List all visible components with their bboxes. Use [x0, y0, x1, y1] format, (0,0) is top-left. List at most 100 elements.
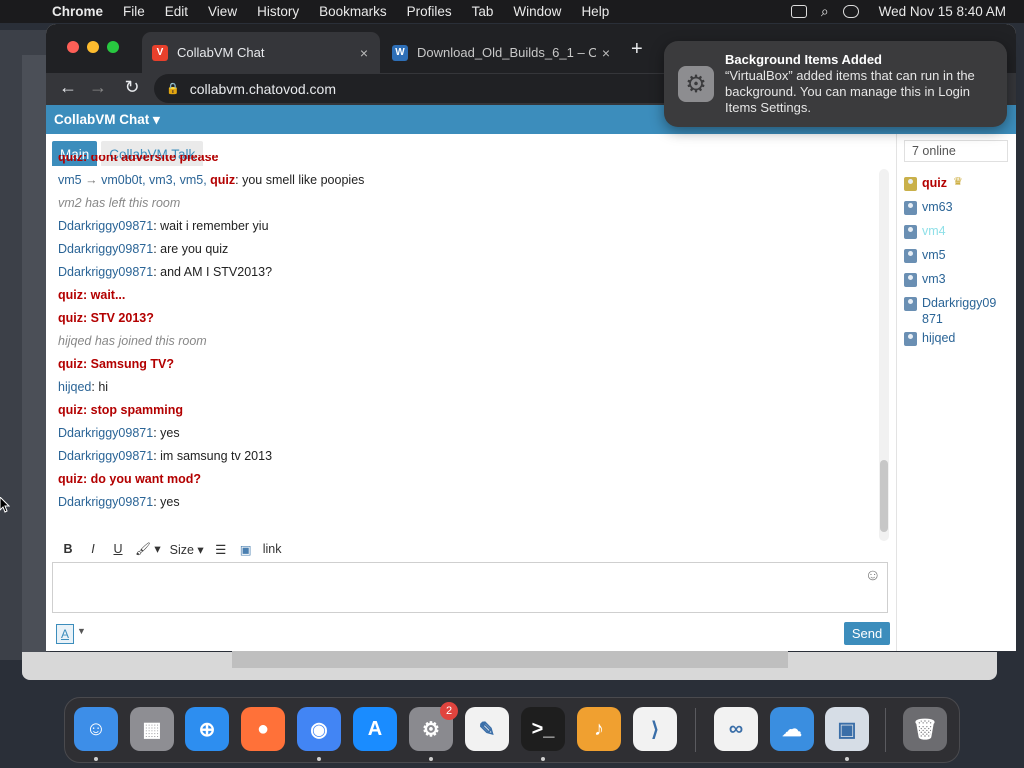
- user-list-item[interactable]: vm3: [904, 271, 1014, 295]
- message-separator: :: [83, 155, 91, 164]
- text-color-button[interactable]: 🖌 ▾: [135, 541, 161, 557]
- user-name[interactable]: vm4: [922, 223, 946, 239]
- message-author[interactable]: hijqed: [58, 380, 91, 394]
- menu-tab[interactable]: Tab: [472, 4, 494, 19]
- message-author[interactable]: Ddarkriggy09871: [58, 426, 153, 440]
- tab-download-old-builds[interactable]: W Download_Old_Builds_6_1 – O ×: [382, 32, 622, 73]
- chat-message: quiz: do you want mod?: [58, 468, 880, 491]
- menu-edit[interactable]: Edit: [165, 4, 188, 19]
- collabvm-chat-page: CollabVM Chat ▾ Main CollabVM Talk quiz:…: [46, 105, 1016, 651]
- chat-scrollbar-thumb[interactable]: [880, 460, 888, 532]
- emoji-picker-icon[interactable]: ☺: [865, 567, 881, 585]
- trash-icon[interactable]: 🗑: [903, 707, 947, 751]
- message-author[interactable]: quiz: [58, 155, 83, 164]
- safari-icon[interactable]: ⊕: [185, 707, 229, 751]
- menu-profiles[interactable]: Profiles: [407, 4, 452, 19]
- user-name[interactable]: vm3: [922, 271, 946, 287]
- message-author[interactable]: quiz: [58, 311, 83, 325]
- tab-collabvm-chat[interactable]: V CollabVM Chat ×: [142, 32, 380, 73]
- textedit-icon[interactable]: ✎: [465, 707, 509, 751]
- url-text[interactable]: collabvm.chatovod.com: [190, 81, 336, 97]
- forward-arrow-icon[interactable]: →: [86, 77, 110, 98]
- dock: ☺ ▦ ⊕ ● ◉ A ⚙ ✎ >_ ♪ ⟩ ∞ ☁ ▣ 🗑: [64, 697, 960, 763]
- menu-view[interactable]: View: [208, 4, 237, 19]
- message-input[interactable]: ☺: [52, 562, 888, 613]
- message-author[interactable]: quiz: [58, 288, 83, 302]
- dock-separator: [695, 708, 696, 752]
- message-author[interactable]: quiz: [210, 173, 235, 187]
- control-center-icon[interactable]: [842, 5, 859, 18]
- user-list-item[interactable]: vm4: [904, 223, 1014, 247]
- renamed-user-old[interactable]: vm5: [58, 173, 82, 187]
- message-text: are you quiz: [160, 242, 229, 256]
- user-name[interactable]: Ddarkriggy09871: [922, 295, 1002, 327]
- back-arrow-icon[interactable]: ←: [56, 77, 80, 98]
- formatting-toggle-button[interactable]: A: [56, 624, 74, 644]
- message-author[interactable]: Ddarkriggy09871: [58, 495, 153, 509]
- user-name[interactable]: quiz: [922, 175, 947, 191]
- renamed-user-new[interactable]: vm0b0t: [101, 173, 142, 187]
- finder-icon[interactable]: ☺: [74, 707, 118, 751]
- screen-mirroring-icon[interactable]: [790, 5, 807, 18]
- underline-button[interactable]: U: [110, 542, 126, 556]
- new-tab-button[interactable]: +: [631, 38, 643, 61]
- user-name[interactable]: vm5: [922, 247, 946, 263]
- vscode-icon[interactable]: ⟩: [633, 707, 677, 751]
- chrome-icon[interactable]: ◉: [297, 707, 341, 751]
- message-author[interactable]: Ddarkriggy09871: [58, 219, 153, 233]
- virtualbox-icon[interactable]: ▣: [825, 707, 869, 751]
- launchpad-icon[interactable]: ▦: [130, 707, 174, 751]
- menu-history[interactable]: History: [257, 4, 299, 19]
- chevron-down-icon[interactable]: ▼: [77, 626, 86, 636]
- close-window-button[interactable]: [67, 41, 79, 53]
- weather-icon[interactable]: ☁: [770, 707, 814, 751]
- italic-button[interactable]: I: [85, 542, 101, 556]
- message-author[interactable]: quiz: [58, 403, 83, 417]
- message-author[interactable]: quiz: [58, 357, 83, 371]
- visual-studio-icon[interactable]: ∞: [714, 707, 758, 751]
- running-indicator: [541, 757, 545, 761]
- bold-button[interactable]: B: [60, 542, 76, 556]
- user-list: quiz ♛ vm63 vm4 vm5 vm3 Ddarkriggy09871 …: [904, 175, 1014, 354]
- insert-image-button[interactable]: ▣: [238, 542, 254, 557]
- message-author[interactable]: Ddarkriggy09871: [58, 242, 153, 256]
- chat-message: Ddarkriggy09871: yes: [58, 422, 880, 445]
- list-button[interactable]: ☰: [213, 542, 229, 557]
- user-list-item[interactable]: quiz ♛: [904, 175, 1014, 199]
- menubar-status-area: ⌕ Wed Nov 15 8:40 AM: [790, 0, 1006, 23]
- user-list-item[interactable]: vm63: [904, 199, 1014, 223]
- tab-close-icon[interactable]: ×: [596, 45, 616, 61]
- garageband-icon[interactable]: ♪: [577, 707, 621, 751]
- message-author[interactable]: quiz: [58, 472, 83, 486]
- message-author[interactable]: Ddarkriggy09871: [58, 449, 153, 463]
- lock-icon[interactable]: 🔒: [166, 82, 180, 95]
- menu-help[interactable]: Help: [581, 4, 609, 19]
- send-button[interactable]: Send: [844, 622, 890, 645]
- menu-app-name[interactable]: Chrome: [52, 4, 103, 19]
- user-list-item[interactable]: vm5: [904, 247, 1014, 271]
- chat-brand-menu[interactable]: CollabVM Chat ▾: [54, 112, 160, 128]
- user-list-item[interactable]: hijqed: [904, 330, 1014, 354]
- message-author[interactable]: Ddarkriggy09871: [58, 265, 153, 279]
- user-name[interactable]: vm63: [922, 199, 953, 215]
- user-list-item[interactable]: Ddarkriggy09871: [904, 295, 1014, 330]
- menu-window[interactable]: Window: [513, 4, 561, 19]
- app-store-icon[interactable]: A: [353, 707, 397, 751]
- tab-close-icon[interactable]: ×: [354, 45, 374, 61]
- menu-bookmarks[interactable]: Bookmarks: [319, 4, 387, 19]
- zoom-window-button[interactable]: [107, 41, 119, 53]
- menu-file[interactable]: File: [123, 4, 145, 19]
- message-text: and AM I STV2013?: [160, 265, 273, 279]
- background-items-notification[interactable]: ⚙ Background Items Added “VirtualBox” ad…: [664, 41, 1007, 127]
- terminal-icon[interactable]: >_: [521, 707, 565, 751]
- insert-link-button[interactable]: link: [263, 542, 282, 556]
- user-name[interactable]: hijqed: [922, 330, 955, 346]
- menubar-clock[interactable]: Wed Nov 15 8:40 AM: [879, 4, 1006, 19]
- firefox-icon[interactable]: ●: [241, 707, 285, 751]
- online-count: 7 online: [904, 140, 1008, 162]
- spotlight-search-icon[interactable]: ⌕: [821, 3, 829, 20]
- background-window-strip: [232, 650, 788, 668]
- reload-icon[interactable]: ↻: [120, 77, 144, 98]
- font-size-dropdown[interactable]: Size ▾: [170, 542, 204, 557]
- minimize-window-button[interactable]: [87, 41, 99, 53]
